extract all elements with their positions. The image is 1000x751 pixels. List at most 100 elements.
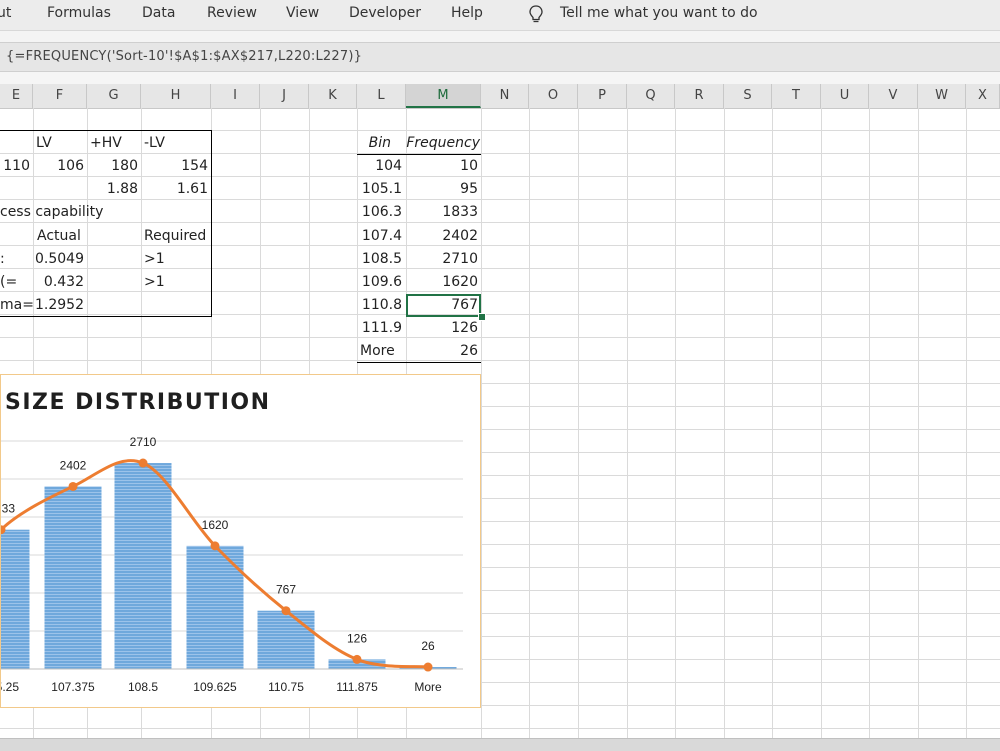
column-header-t[interactable]: T (772, 84, 821, 108)
formula-bar-spacer (0, 72, 1000, 84)
cell-actual-header[interactable]: Actual (37, 225, 81, 247)
cell-cap-actual-1[interactable]: 0.5049 (33, 248, 84, 270)
chart-data-label: 767 (276, 583, 296, 597)
column-header-q[interactable]: Q (627, 84, 675, 108)
grid-column-line (481, 108, 482, 738)
column-header-m[interactable]: M (406, 84, 481, 108)
cell-h-header[interactable]: -LV (144, 132, 165, 154)
tab-formulas[interactable]: Formulas (47, 5, 111, 21)
column-header-k[interactable]: K (309, 84, 357, 108)
grid-column-line (869, 108, 870, 738)
cell-cap-required-1[interactable]: >1 (144, 248, 165, 270)
tab-data[interactable]: Data (142, 5, 175, 21)
fill-handle[interactable] (478, 313, 486, 321)
column-header-e[interactable]: E (0, 84, 33, 108)
freq-value[interactable]: 2402 (406, 225, 478, 247)
freq-value[interactable]: 126 (406, 317, 478, 339)
chart-bar (44, 486, 102, 669)
cell-f-value-1[interactable]: 106 (33, 155, 84, 177)
column-header-n[interactable]: N (481, 84, 529, 108)
freq-value[interactable]: 1833 (406, 201, 478, 223)
chart-category-label: 107.375 (51, 680, 95, 694)
chart-point (423, 662, 433, 672)
freq-bin[interactable]: 105.1 (357, 178, 402, 200)
column-header-g[interactable]: G (87, 84, 141, 108)
section-title-process-capability[interactable]: cess capability (0, 201, 103, 223)
freq-bin[interactable]: 104 (357, 155, 402, 177)
chart-category-label: 108.5 (128, 680, 158, 694)
spec-table-border-right (211, 130, 212, 316)
column-header-r[interactable]: R (675, 84, 724, 108)
chart-data-label: 26 (421, 639, 435, 653)
cell-g-value-1[interactable]: 180 (87, 155, 138, 177)
freq-bin[interactable]: More (360, 340, 395, 362)
cell-cap-label-2[interactable]: (= (0, 271, 17, 293)
chart-category-label: 111.875 (336, 680, 378, 694)
cell-e-value-1[interactable]: 110 (0, 155, 30, 177)
freq-bin[interactable]: 107.4 (357, 225, 402, 247)
tab-view[interactable]: View (286, 5, 319, 21)
grid-row-line (0, 360, 1000, 361)
column-header-o[interactable]: O (529, 84, 578, 108)
freq-value[interactable]: 2710 (406, 248, 478, 270)
column-header-f[interactable]: F (33, 84, 87, 108)
size-distribution-chart[interactable]: SIZE DISTRIBUTION 33 2402 2710 1620 767 126 26… (0, 374, 481, 708)
freq-value[interactable]: 26 (406, 340, 478, 362)
status-bar (0, 738, 1000, 751)
tab-review[interactable]: Review (207, 5, 257, 21)
cell-f-header[interactable]: LV (36, 132, 52, 154)
cell-required-header[interactable]: Required (144, 225, 206, 247)
chart-category-label: 109.625 (193, 680, 237, 694)
freq-value[interactable]: 95 (406, 178, 478, 200)
freq-bin[interactable]: 108.5 (357, 248, 402, 270)
freq-header-frequency[interactable]: Frequency (406, 132, 480, 154)
column-header-j[interactable]: J (260, 84, 309, 108)
lightbulb-icon[interactable] (527, 4, 545, 24)
chart-category-label: 5.25 (1, 680, 19, 694)
grid-row-line (0, 337, 1000, 338)
tell-me-search[interactable]: Tell me what you want to do (560, 5, 758, 21)
grid-column-line (918, 108, 919, 738)
chart-point (352, 654, 362, 664)
grid-column-line (529, 108, 530, 738)
spec-table-border-top (0, 130, 211, 131)
grid-column-line (724, 108, 725, 738)
cell-cap-actual-2[interactable]: 0.432 (33, 271, 84, 293)
freq-bin[interactable]: 110.8 (357, 294, 402, 316)
freq-bin[interactable]: 109.6 (357, 271, 402, 293)
cell-cap-required-2[interactable]: >1 (144, 271, 165, 293)
cell-g-value-2[interactable]: 1.88 (87, 178, 138, 200)
active-cell-selection[interactable] (406, 294, 481, 317)
ribbon-spacer (0, 31, 1000, 42)
grid-column-line (821, 108, 822, 738)
freq-value[interactable]: 10 (406, 155, 478, 177)
column-header-p[interactable]: P (578, 84, 627, 108)
freq-value[interactable]: 1620 (406, 271, 478, 293)
freq-bin[interactable]: 111.9 (357, 317, 402, 339)
column-header-w[interactable]: W (918, 84, 966, 108)
grid-row-line (0, 222, 1000, 223)
cell-g-header[interactable]: +HV (90, 132, 122, 154)
cell-cap-label-3[interactable]: ma= (0, 294, 34, 316)
freq-bin[interactable]: 106.3 (357, 201, 402, 223)
column-header-h[interactable]: H (141, 84, 211, 108)
column-header-v[interactable]: V (869, 84, 918, 108)
cell-cap-label-1[interactable]: : (0, 248, 5, 270)
chart-data-label: 33 (2, 502, 16, 516)
cell-cap-actual-3[interactable]: 1.2952 (33, 294, 84, 316)
column-header-s[interactable]: S (724, 84, 772, 108)
column-header-x[interactable]: X (966, 84, 1000, 108)
column-header-l[interactable]: L (357, 84, 406, 108)
cell-h-value-2[interactable]: 1.61 (141, 178, 208, 200)
tab-layout[interactable]: ut (0, 5, 11, 21)
formula-bar[interactable]: {=FREQUENCY('Sort-10'!$A$1:$AX$217,L220:… (0, 42, 1000, 72)
column-header-u[interactable]: U (821, 84, 869, 108)
cell-h-value-1[interactable]: 154 (141, 155, 208, 177)
freq-table-bottom-border (357, 362, 481, 363)
column-header-i[interactable]: I (211, 84, 260, 108)
chart-bar (114, 463, 172, 669)
tab-developer[interactable]: Developer (349, 5, 421, 21)
freq-header-bin[interactable]: Bin (357, 132, 391, 154)
tab-help[interactable]: Help (451, 5, 483, 21)
formula-text[interactable]: {=FREQUENCY('Sort-10'!$A$1:$AX$217,L220:… (6, 49, 362, 64)
